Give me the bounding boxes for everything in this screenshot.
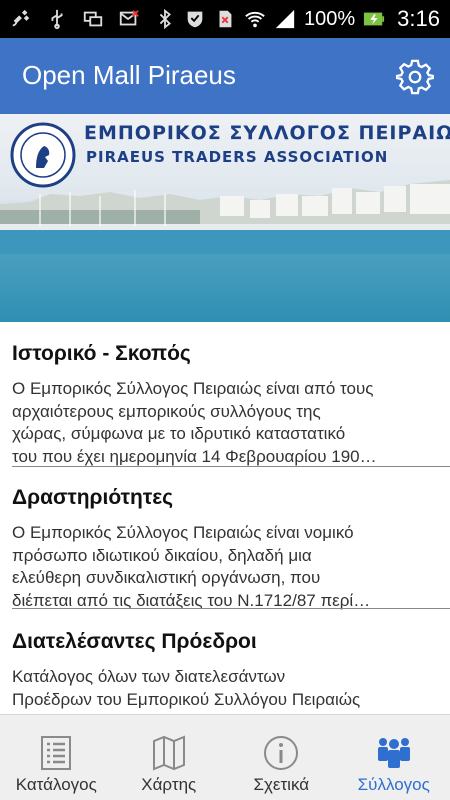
description-line: Ο Εμπορικός Σύλλογος Πειραιώς είναι από … bbox=[12, 379, 374, 398]
section-description: Κατάλογος όλων των διατελεσάντων Προέδρω… bbox=[12, 666, 440, 711]
description-line: πρόσωπο ιδιωτικού δικαίου, δηλαδή μια bbox=[12, 545, 312, 565]
screen-icon bbox=[82, 8, 104, 30]
battery-percent: 100% bbox=[304, 7, 356, 30]
app-title: Open Mall Piraeus bbox=[22, 60, 236, 90]
map-icon bbox=[149, 733, 189, 773]
nav-label: Σύλλογος bbox=[357, 775, 430, 794]
wifi-icon bbox=[244, 8, 266, 30]
description-line: ελεύθερη συνδικαλιστική οργάνωση, που bbox=[12, 568, 321, 587]
satellite-icon bbox=[10, 8, 32, 30]
description-line: χώρας, σύμφωνα με το ιδρυτικό καταστατικ… bbox=[12, 424, 346, 443]
nav-label: Σχετικά bbox=[253, 775, 310, 794]
description-line: Προέδρων του Εμπορικού Συλλόγου Πειραιώς bbox=[12, 689, 361, 709]
people-icon bbox=[374, 733, 414, 773]
nav-tab-about[interactable]: Σχετικά bbox=[225, 715, 338, 800]
clock: 3:16 bbox=[397, 6, 440, 31]
association-logo bbox=[10, 122, 76, 188]
info-list: Ιστορικό - Σκοπός Ο Εμπορικός Σύλλογος Π… bbox=[0, 322, 450, 714]
status-bar: 100% 3:16 bbox=[0, 0, 450, 38]
nav-label: Κατάλογος bbox=[15, 775, 97, 794]
battery-charging-icon bbox=[363, 8, 385, 30]
usb-icon bbox=[46, 8, 68, 30]
banner-title-english: PIRAEUS TRADERS ASSOCIATION bbox=[86, 148, 389, 166]
list-item-activities[interactable]: Δραστηριότητες Ο Εμπορικός Σύλλογος Πειρ… bbox=[0, 486, 450, 610]
divider bbox=[12, 466, 450, 467]
description-line: του που έχει ημερομηνία 14 Φεβρουαρίου 1… bbox=[12, 446, 377, 466]
nav-tab-catalog[interactable]: Κατάλογος bbox=[0, 715, 113, 800]
nav-tab-association[interactable]: Σύλλογος bbox=[338, 715, 450, 800]
description-line: αρχαιότερους εμπορικούς συλλόγους της bbox=[12, 401, 321, 421]
section-description: Ο Εμπορικός Σύλλογος Πειραιώς είναι από … bbox=[12, 378, 440, 468]
divider bbox=[12, 608, 450, 609]
description-line: Ο Εμπορικός Σύλλογος Πειραιώς είναι νομι… bbox=[12, 523, 354, 542]
mail-error-icon bbox=[118, 8, 140, 30]
section-title: Δραστηριότητες bbox=[12, 486, 174, 509]
gear-icon bbox=[396, 59, 434, 95]
nav-tab-map[interactable]: Χάρτης bbox=[113, 715, 226, 800]
bluetooth-icon bbox=[154, 8, 176, 30]
list-item-history[interactable]: Ιστορικό - Σκοπός Ο Εμπορικός Σύλλογος Π… bbox=[0, 342, 450, 466]
app-bar: Open Mall Piraeus bbox=[0, 38, 450, 114]
signal-icon bbox=[274, 8, 296, 30]
info-icon bbox=[261, 733, 301, 773]
banner-title-greek: ΕΜΠΟΡΙΚΟΣ ΣΥΛΛΟΓΟΣ ΠΕΙΡΑΙΩΣ bbox=[84, 122, 450, 144]
nav-label: Χάρτης bbox=[141, 775, 197, 794]
bottom-navigation: Κατάλογος Χάρτης Σχετικά Σύλλογος bbox=[0, 714, 450, 800]
section-description: Ο Εμπορικός Σύλλογος Πειραιώς είναι νομι… bbox=[12, 522, 440, 612]
settings-button[interactable] bbox=[394, 56, 436, 98]
sim-error-icon bbox=[214, 8, 236, 30]
description-line: Κατάλογος όλων των διατελεσάντων bbox=[12, 667, 286, 686]
vpn-shield-icon bbox=[184, 8, 206, 30]
association-banner: ΕΜΠΟΡΙΚΟΣ ΣΥΛΛΟΓΟΣ ΠΕΙΡΑΙΩΣ PIRAEUS TRAD… bbox=[0, 114, 450, 322]
section-title: Ιστορικό - Σκοπός bbox=[12, 342, 191, 365]
list-icon bbox=[36, 733, 76, 773]
list-item-presidents[interactable]: Διατελέσαντες Πρόεδροι Κατάλογος όλων τω… bbox=[0, 630, 450, 714]
section-title: Διατελέσαντες Πρόεδροι bbox=[12, 630, 257, 653]
